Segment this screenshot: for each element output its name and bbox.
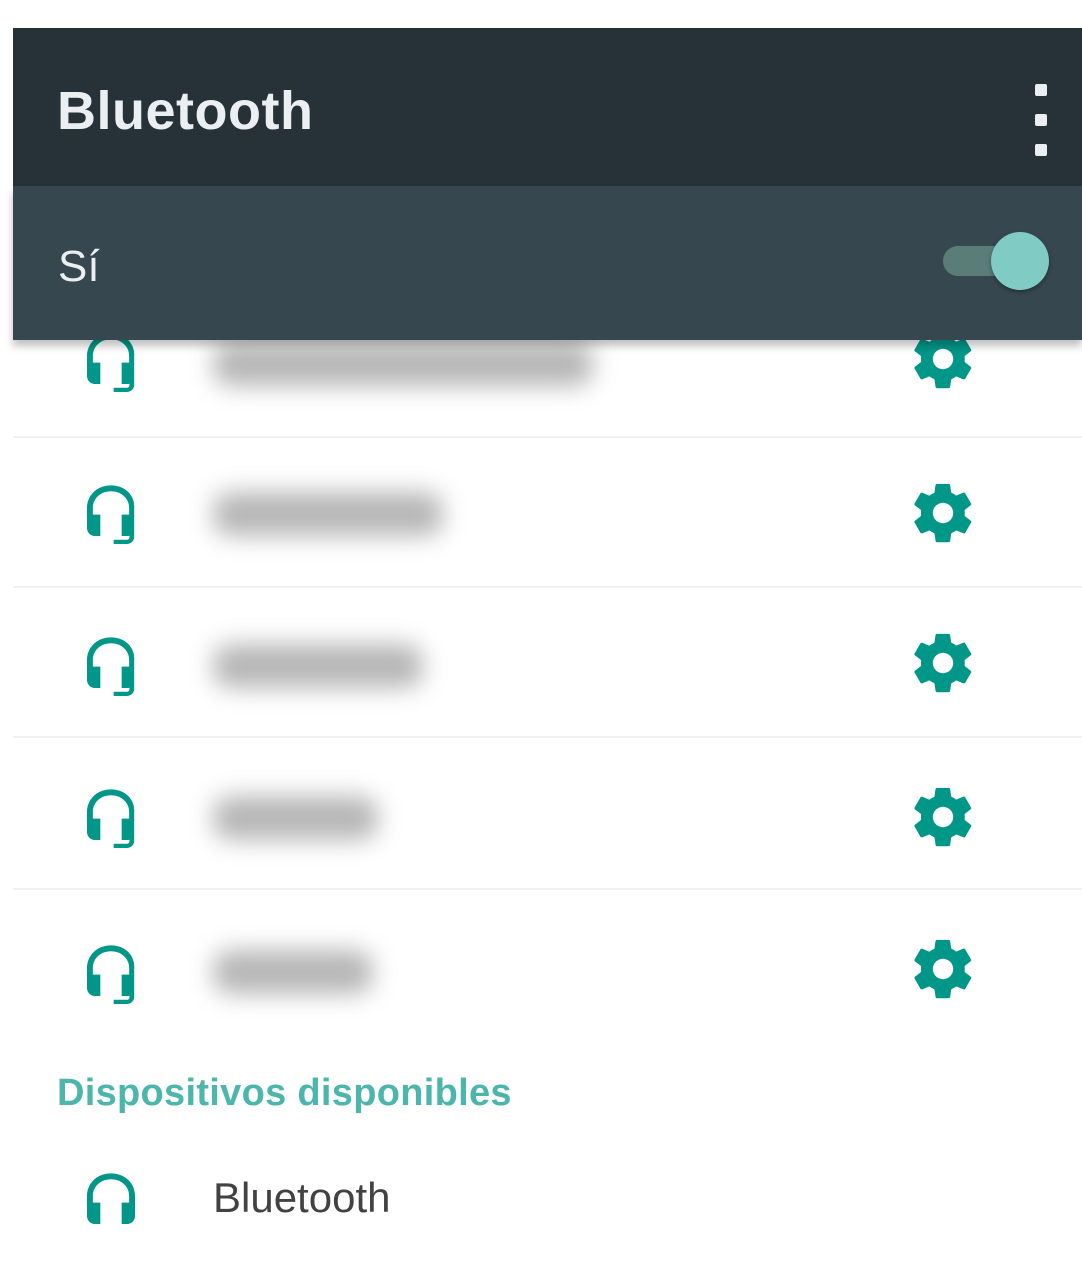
paired-device-row[interactable] [13, 894, 1082, 1044]
available-device-name: Bluetooth [213, 1174, 391, 1221]
available-devices-header: Dispositivos disponibles [57, 1072, 512, 1114]
gear-icon[interactable] [908, 478, 978, 548]
device-name [213, 342, 593, 386]
device-name [213, 644, 423, 688]
page-title: Bluetooth [57, 81, 314, 141]
app-bar: Bluetooth [13, 28, 1082, 186]
bluetooth-toggle[interactable] [941, 230, 1051, 290]
switch-label: Sí [58, 242, 100, 291]
device-name [213, 796, 378, 840]
bluetooth-settings-screen: Dispositivos disponibles Bluetooth Bluet… [0, 0, 1082, 1265]
gear-icon[interactable] [908, 782, 978, 852]
headphones-icon [87, 1173, 135, 1224]
device-name [213, 950, 373, 994]
toggle-thumb [991, 232, 1049, 290]
more-options-icon[interactable] [1029, 80, 1053, 160]
headphones-icon [87, 945, 135, 1004]
available-device-row[interactable]: Bluetooth [13, 1140, 1082, 1265]
paired-device-row[interactable] [13, 438, 1082, 588]
gear-icon[interactable] [908, 934, 978, 1004]
bluetooth-switch-bar[interactable]: Sí [13, 186, 1082, 340]
headphones-icon [87, 637, 135, 696]
headphones-icon [87, 789, 135, 848]
paired-device-row[interactable] [13, 740, 1082, 890]
device-name [213, 492, 443, 536]
paired-device-row[interactable] [13, 588, 1082, 738]
gear-icon[interactable] [908, 628, 978, 698]
headphones-icon [87, 485, 135, 544]
